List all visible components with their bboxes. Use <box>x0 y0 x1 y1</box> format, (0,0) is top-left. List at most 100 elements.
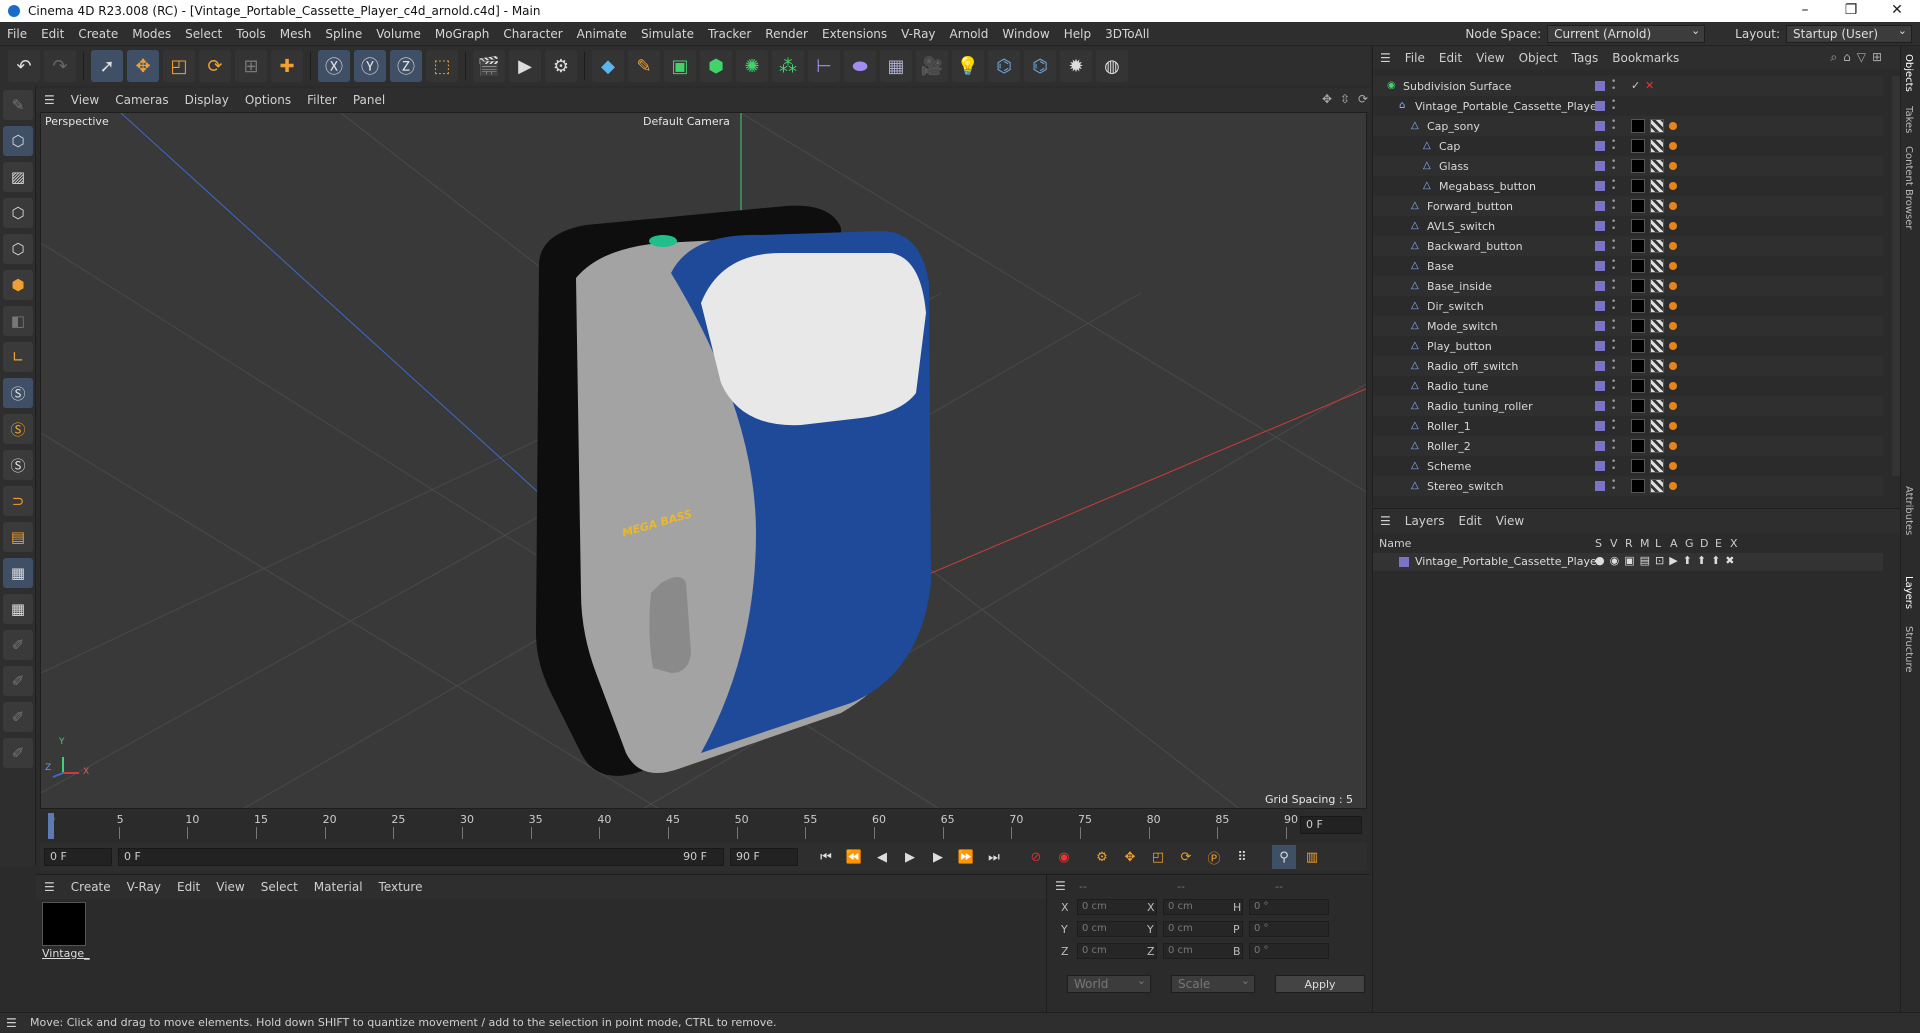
layer-col-s[interactable]: S <box>1595 537 1602 550</box>
material-tag-icon[interactable] <box>1631 139 1645 153</box>
object-row[interactable]: △ Base_inside • • <box>1373 276 1883 296</box>
side-tab-content-browser[interactable]: Content Browser <box>1903 146 1914 229</box>
object-row[interactable]: △ Backward_button • • <box>1373 236 1883 256</box>
phong-tag-icon[interactable] <box>1669 182 1677 190</box>
object-search-icon[interactable]: ⌕⌂▽⊞ <box>1830 50 1888 65</box>
polygon-mode-icon[interactable]: ⬢ <box>3 270 33 300</box>
move-tool-icon[interactable]: ✥ <box>127 50 159 82</box>
phong-tag-icon[interactable] <box>1669 202 1677 210</box>
object-name[interactable]: Radio_tune <box>1427 380 1488 393</box>
object-name[interactable]: Megabass_button <box>1439 180 1536 193</box>
object-row[interactable]: △ Radio_tuning_roller • • <box>1373 396 1883 416</box>
weight-icon[interactable]: ✐ <box>3 702 33 732</box>
material-menu-edit[interactable]: Edit <box>169 880 208 894</box>
recent-tool-icon[interactable]: ⊞ <box>235 50 267 82</box>
next-frame-icon[interactable]: ▶ <box>926 845 950 869</box>
texture-tag-icon[interactable] <box>1650 159 1664 173</box>
menu-window[interactable]: Window <box>995 27 1056 41</box>
snap-icon[interactable]: Ⓢ <box>3 378 33 408</box>
phong-tag-icon[interactable] <box>1669 282 1677 290</box>
key-rotation-icon[interactable]: ⟳ <box>1174 845 1198 869</box>
layer-col-m[interactable]: M <box>1640 537 1650 550</box>
phong-tag-icon[interactable] <box>1669 422 1677 430</box>
object-row[interactable]: △ Stereo_switch • • <box>1373 476 1883 496</box>
axis-mode-icon[interactable]: ∟ <box>3 342 33 372</box>
phong-tag-icon[interactable] <box>1669 482 1677 490</box>
timeline-playhead[interactable] <box>48 813 54 839</box>
texture-tag-icon[interactable] <box>1650 419 1664 433</box>
menu-edit[interactable]: Edit <box>34 27 71 41</box>
y-axis-lock-icon[interactable]: Ⓨ <box>354 50 386 82</box>
viewport-menu-display[interactable]: Display <box>177 93 237 107</box>
texture-tag-icon[interactable] <box>1650 379 1664 393</box>
material-menu-texture[interactable]: Texture <box>371 880 431 894</box>
layer-name[interactable]: Vintage_Portable_Cassette_Player <box>1415 555 1601 568</box>
object-layer-chip[interactable] <box>1595 461 1605 471</box>
object-name[interactable]: Base <box>1427 260 1454 273</box>
material-tag-icon[interactable] <box>1631 339 1645 353</box>
object-layer-chip[interactable] <box>1595 421 1605 431</box>
record-icon[interactable]: ⊘ <box>1024 845 1048 869</box>
undo-icon[interactable]: ↶ <box>8 50 40 82</box>
timeline-ruler[interactable]: 051015202530354045505560657075808590 0 F <box>40 811 1367 843</box>
render-view-icon[interactable]: 🎬 <box>473 50 505 82</box>
go-to-start-icon[interactable]: ⏮ <box>814 845 838 869</box>
material-tag-icon[interactable] <box>1631 179 1645 193</box>
texture-tag-icon[interactable] <box>1650 439 1664 453</box>
viewport-menu-filter[interactable]: Filter <box>299 93 345 107</box>
viewport-menu-icon[interactable]: ☰ <box>36 93 63 107</box>
phong-tag-icon[interactable] <box>1669 362 1677 370</box>
object-row[interactable]: △ Glass • • <box>1373 156 1883 176</box>
layout-select[interactable]: Startup (User) <box>1786 23 1912 43</box>
end-frame-field[interactable]: 90 F <box>730 848 798 866</box>
object-name[interactable]: Glass <box>1439 160 1469 173</box>
object-layer-chip[interactable] <box>1595 281 1605 291</box>
visibility-dots-icon[interactable]: • • <box>1611 278 1617 294</box>
next-key-icon[interactable]: ⏩ <box>954 845 978 869</box>
texture-tag-icon[interactable] <box>1650 319 1664 333</box>
menu-spline[interactable]: Spline <box>318 27 369 41</box>
object-name[interactable]: Roller_1 <box>1427 420 1471 433</box>
object-name[interactable]: Subdivision Surface <box>1403 80 1511 93</box>
viewport-menu-view[interactable]: View <box>63 93 107 107</box>
visibility-dots-icon[interactable]: • • <box>1611 398 1617 414</box>
object-row[interactable]: △ Scheme • • <box>1373 456 1883 476</box>
coord-field[interactable]: 0 cm <box>1163 921 1243 937</box>
viewport-perspective[interactable]: Perspective Default Camera MEGA BASS Y Z… <box>40 112 1367 809</box>
object-name[interactable]: Forward_button <box>1427 200 1513 213</box>
timeline-icon[interactable]: ▥ <box>1300 845 1324 869</box>
material-menu-icon[interactable]: ☰ <box>36 880 63 894</box>
object-menu-edit[interactable]: Edit <box>1432 51 1469 65</box>
python-icon[interactable]: ⌬ <box>988 50 1020 82</box>
material-tag-icon[interactable] <box>1631 379 1645 393</box>
cube-primitive-icon[interactable]: ◆ <box>592 50 624 82</box>
object-name[interactable]: Radio_off_switch <box>1427 360 1518 373</box>
frame-range-slider[interactable]: 0 F 90 F <box>118 848 724 866</box>
visibility-dots-icon[interactable]: • • <box>1611 378 1617 394</box>
coordinate-system-icon[interactable]: ⬚ <box>426 50 458 82</box>
object-layer-chip[interactable] <box>1595 401 1605 411</box>
coords-menu-icon[interactable]: ☰ <box>1055 879 1066 893</box>
workplane-icon[interactable]: ▤ <box>3 522 33 552</box>
play-icon[interactable]: ▶ <box>898 845 922 869</box>
object-row[interactable]: △ Roller_2 • • <box>1373 436 1883 456</box>
material-tag-icon[interactable] <box>1631 119 1645 133</box>
coord-system-select[interactable]: World <box>1067 973 1151 993</box>
transform-icon[interactable]: ✚ <box>271 50 303 82</box>
coord-field[interactable]: 0 cm <box>1163 899 1243 915</box>
globe-icon[interactable]: ◍ <box>1096 50 1128 82</box>
key-scale-icon[interactable]: ◰ <box>1146 845 1170 869</box>
camera-label[interactable]: Default Camera <box>643 115 730 128</box>
object-row[interactable]: △ Base • • <box>1373 256 1883 276</box>
pen-spline-icon[interactable]: ✎ <box>628 50 660 82</box>
material-menu-view[interactable]: View <box>208 880 252 894</box>
object-layer-chip[interactable] <box>1595 221 1605 231</box>
redo-icon[interactable]: ↷ <box>44 50 76 82</box>
visibility-dots-icon[interactable]: • • <box>1611 258 1617 274</box>
material-tag-icon[interactable] <box>1631 239 1645 253</box>
object-layer-chip[interactable] <box>1595 441 1605 451</box>
floor-icon[interactable]: ▦ <box>880 50 912 82</box>
object-layer-chip[interactable] <box>1595 381 1605 391</box>
object-row[interactable]: △ Mode_switch • • <box>1373 316 1883 336</box>
object-name[interactable]: AVLS_switch <box>1427 220 1495 233</box>
